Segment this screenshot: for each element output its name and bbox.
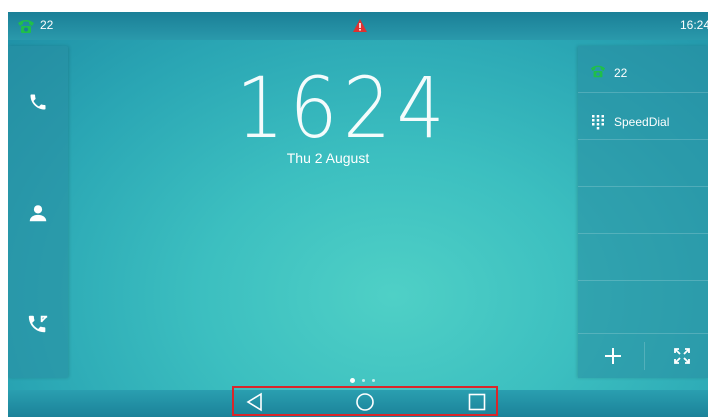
page-dot: [372, 379, 375, 382]
expand-icon[interactable]: [672, 346, 692, 366]
contacts-button[interactable]: [8, 193, 68, 233]
keypad-icon: [592, 115, 604, 130]
footer-divider: [644, 342, 645, 370]
empty-key[interactable]: [578, 140, 708, 187]
phone-button[interactable]: [8, 82, 68, 122]
phone-handset-icon: [590, 65, 606, 78]
call-history-icon: [28, 315, 48, 333]
page-dot-active: [350, 378, 355, 383]
clock-time: 1624: [236, 59, 451, 157]
phone-handset-icon: [18, 20, 34, 33]
home-screen: 22 16:24 1624 Thu 2 August 22 SpeedDial: [8, 12, 708, 390]
speeddial-label: SpeedDial: [614, 115, 670, 129]
empty-key[interactable]: [578, 234, 708, 281]
empty-key[interactable]: [578, 281, 708, 327]
line-key[interactable]: 22: [578, 46, 708, 93]
right-dsskey-panel: 22 SpeedDial: [578, 46, 708, 378]
call-history-button[interactable]: [8, 304, 68, 344]
page-dot: [362, 379, 365, 382]
line-number: 22: [40, 18, 54, 32]
status-bar: 22 16:24: [8, 12, 708, 40]
phone-icon: [30, 94, 46, 110]
page-indicator: [348, 376, 388, 384]
contact-icon: [29, 205, 47, 222]
empty-key[interactable]: [578, 187, 708, 234]
left-shortcut-panel: [8, 46, 68, 378]
clock-date: Thu 2 August: [286, 150, 370, 166]
dsskey-footer: [578, 333, 708, 378]
nav-highlight-box: [232, 386, 498, 416]
status-time: 16:24: [680, 18, 708, 32]
line-key-label: 22: [614, 66, 628, 80]
plus-icon[interactable]: [598, 344, 628, 368]
warning-triangle-icon[interactable]: [352, 18, 368, 34]
